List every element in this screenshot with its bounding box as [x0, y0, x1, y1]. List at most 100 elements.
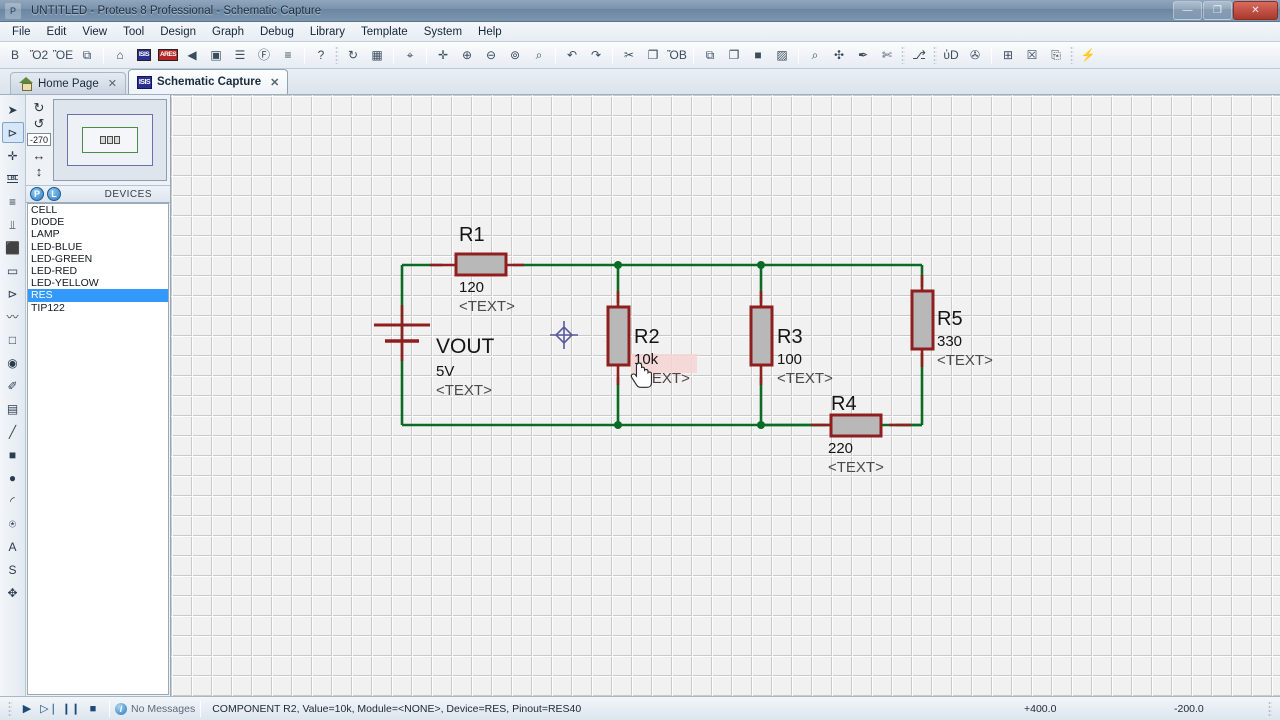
menu-item-tool[interactable]: Tool: [115, 23, 152, 41]
label-r5-text[interactable]: <TEXT>: [937, 352, 993, 369]
virtual-instrument-tool[interactable]: ▤: [2, 398, 24, 419]
menu-item-library[interactable]: Library: [302, 23, 353, 41]
pause-button[interactable]: ❙❙: [60, 700, 82, 718]
label-vout-ref[interactable]: VOUT: [436, 335, 495, 358]
copy-icon[interactable]: ❐: [642, 45, 664, 66]
selection-mode-tool[interactable]: ➤: [2, 99, 24, 120]
pick-devices-badge[interactable]: P: [30, 187, 44, 201]
label-r2-ref[interactable]: R2: [634, 326, 660, 348]
component-r4[interactable]: [811, 415, 911, 436]
close-button[interactable]: ✕: [1233, 1, 1278, 20]
tab-home-page[interactable]: Home Page ✕: [10, 72, 126, 94]
label-r4-value[interactable]: 220: [828, 440, 853, 457]
label-vout-text[interactable]: <TEXT>: [436, 382, 492, 399]
mirror-vertical-icon[interactable]: ↕: [36, 165, 43, 178]
terminals-mode-tool[interactable]: ▭: [2, 260, 24, 281]
home-page-icon[interactable]: ⌂: [109, 45, 131, 66]
decompose-icon[interactable]: ✄: [876, 45, 898, 66]
label-r4-ref[interactable]: R4: [831, 393, 857, 415]
menu-item-template[interactable]: Template: [353, 23, 416, 41]
save-icon[interactable]: ὋE: [52, 45, 74, 66]
open-file-icon[interactable]: Ὄ2: [28, 45, 50, 66]
component-r1[interactable]: [430, 254, 524, 275]
pan-icon[interactable]: ✛: [432, 45, 454, 66]
tab-close-icon[interactable]: ✕: [108, 77, 117, 90]
menu-item-debug[interactable]: Debug: [252, 23, 302, 41]
device-list-item[interactable]: TIP122: [28, 302, 168, 314]
help-icon[interactable]: ?: [310, 45, 332, 66]
label-r1-text[interactable]: <TEXT>: [459, 298, 515, 315]
junction-dot[interactable]: [614, 421, 622, 429]
block-delete-icon[interactable]: ▨: [771, 45, 793, 66]
device-pin-tool[interactable]: ⊳: [2, 283, 24, 304]
label-r4-text[interactable]: <TEXT>: [828, 459, 884, 476]
text-script-tool[interactable]: ≡: [2, 191, 24, 212]
block-copy-icon[interactable]: ⧉: [699, 45, 721, 66]
component-r2[interactable]: [608, 291, 629, 385]
zoom-in-icon[interactable]: ⊕: [456, 45, 478, 66]
label-r5-ref[interactable]: R5: [937, 308, 963, 330]
2d-arc-tool[interactable]: ◜: [2, 490, 24, 511]
zoom-out-icon[interactable]: ⊖: [480, 45, 502, 66]
zoom-all-icon[interactable]: ⊚: [504, 45, 526, 66]
new-file-icon[interactable]: ὜B: [4, 45, 26, 66]
remove-sheet-icon[interactable]: ☒: [1021, 45, 1043, 66]
subcircuit-tool[interactable]: ⬛: [2, 237, 24, 258]
component-mode-tool[interactable]: ⊳: [2, 122, 24, 143]
menu-item-file[interactable]: File: [4, 23, 39, 41]
library-badge[interactable]: L: [47, 187, 61, 201]
r2-body[interactable]: [608, 307, 629, 365]
menu-item-system[interactable]: System: [416, 23, 470, 41]
2d-symbol-tool[interactable]: S: [2, 559, 24, 580]
device-list-item[interactable]: LED-GREEN: [28, 253, 168, 265]
graph-mode-tool[interactable]: 〰: [2, 306, 24, 327]
label-r1-ref[interactable]: R1: [459, 224, 485, 246]
r4-body[interactable]: [831, 415, 881, 436]
zoom-area-icon[interactable]: ⌕: [528, 45, 550, 66]
messages-status[interactable]: No Messages: [131, 703, 195, 715]
menu-item-graph[interactable]: Graph: [204, 23, 252, 41]
paste-icon[interactable]: ὌB: [666, 45, 688, 66]
label-r3-ref[interactable]: R3: [777, 326, 803, 348]
device-list-item[interactable]: RES: [28, 289, 168, 301]
r3-body[interactable]: [751, 307, 772, 365]
exit-sheet-icon[interactable]: ⎘: [1045, 45, 1067, 66]
r5-body[interactable]: [912, 291, 933, 349]
device-list-item[interactable]: LED-RED: [28, 265, 168, 277]
menu-item-design[interactable]: Design: [152, 23, 204, 41]
redo-icon[interactable]: ↷: [585, 45, 607, 66]
rotation-angle-field[interactable]: -270: [27, 133, 51, 146]
schematic-canvas-area[interactable]: R1 120 <TEXT> VOUT 5V <TEXT> R2 10k <TEX…: [171, 95, 1280, 696]
label-r3-text[interactable]: <TEXT>: [777, 370, 833, 387]
generator-mode-tool[interactable]: ◉: [2, 352, 24, 373]
buses-tool[interactable]: ⫫: [2, 214, 24, 235]
voltage-probe-tool[interactable]: ✐: [2, 375, 24, 396]
property-assignment-icon[interactable]: ✇: [964, 45, 986, 66]
refresh-display-icon[interactable]: ↻: [342, 45, 364, 66]
pick-device-icon[interactable]: ⌕: [804, 45, 826, 66]
undo-icon[interactable]: ↶: [561, 45, 583, 66]
menu-item-edit[interactable]: Edit: [39, 23, 75, 41]
packaging-tool-icon[interactable]: ✒: [852, 45, 874, 66]
label-r3-value[interactable]: 100: [777, 351, 802, 368]
junction-dot[interactable]: [757, 421, 765, 429]
device-list-item[interactable]: LED-BLUE: [28, 241, 168, 253]
tab-schematic-capture[interactable]: ISIS Schematic Capture ✕: [128, 69, 288, 94]
junction-dot-tool[interactable]: ✛: [2, 145, 24, 166]
design-explorer-icon[interactable]: ≡: [277, 45, 299, 66]
new-sheet-icon[interactable]: ⊞: [997, 45, 1019, 66]
wire-label-tool[interactable]: LBL: [2, 168, 24, 189]
maximize-button[interactable]: ❐: [1203, 1, 1232, 20]
minimize-button[interactable]: —: [1173, 1, 1202, 20]
component-preview-pane[interactable]: [53, 99, 167, 181]
2d-box-tool[interactable]: ■: [2, 444, 24, 465]
3d-viewer-icon[interactable]: ▣: [205, 45, 227, 66]
make-device-icon[interactable]: ✣: [828, 45, 850, 66]
component-r3[interactable]: [751, 291, 772, 385]
component-r5[interactable]: [912, 275, 933, 367]
junction-dot[interactable]: [614, 261, 622, 269]
2d-path-tool[interactable]: ⍟: [2, 513, 24, 534]
tab-close-icon[interactable]: ✕: [270, 76, 279, 89]
menu-item-help[interactable]: Help: [470, 23, 510, 41]
device-list-item[interactable]: CELL: [28, 204, 168, 216]
